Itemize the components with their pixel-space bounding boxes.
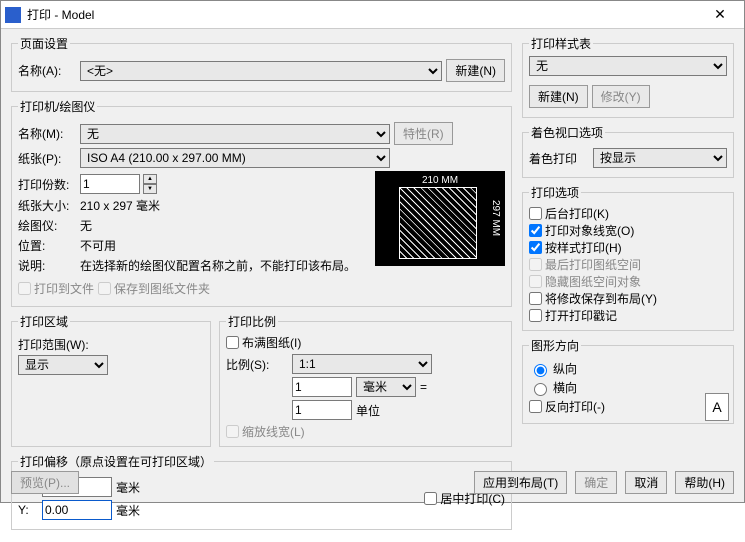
plot-area-legend: 打印区域 [18, 313, 70, 330]
title-bar: 打印 - Model ✕ [1, 1, 744, 29]
printer-name-select[interactable]: 无 [80, 124, 390, 144]
copies-input[interactable] [80, 174, 140, 194]
ok-button[interactable]: 确定 [575, 471, 617, 494]
preview-button[interactable]: 预览(P)... [11, 471, 79, 494]
printer-name-label: 名称(M): [18, 125, 76, 142]
opt-paperspace-last[interactable]: 最后打印图纸空间 [529, 256, 727, 273]
help-button[interactable]: 帮助(H) [675, 471, 734, 494]
printer-props-button[interactable]: 特性(R) [394, 122, 453, 145]
papersize-value: 210 x 297 毫米 [80, 197, 160, 214]
plot-scale-group: 打印比例 布满图纸(I) 比例(S): 1:1 毫米 = [219, 313, 512, 447]
plot-options-group: 打印选项 后台打印(K) 打印对象线宽(O) 按样式打印(H) 最后打印图纸空间… [522, 184, 734, 331]
portrait-radio[interactable]: 纵向 [529, 360, 727, 377]
preview-width-label: 210 MM [375, 175, 505, 186]
pagesetup-name-label: 名称(A): [18, 62, 76, 79]
apply-button[interactable]: 应用到布局(T) [474, 471, 567, 494]
plot-offset-legend: 打印偏移（原点设置在可打印区域） [18, 453, 214, 470]
preview-sheet [399, 187, 477, 259]
opt-plotstyles[interactable]: 按样式打印(H) [529, 239, 727, 256]
paper-preview: 210 MM 297 MM [375, 171, 505, 266]
location-label: 位置: [18, 237, 76, 254]
range-label: 打印范围(W): [18, 336, 204, 353]
dialog-footer: 预览(P)... 应用到布局(T) 确定 取消 帮助(H) [11, 471, 734, 494]
close-button[interactable]: ✕ [700, 1, 740, 28]
print-to-file-check[interactable]: 打印到文件 [18, 280, 94, 297]
plot-style-group: 打印样式表 无 新建(N) 修改(Y) [522, 35, 734, 118]
plot-style-select[interactable]: 无 [529, 56, 727, 76]
ratio-label: 比例(S): [226, 356, 288, 373]
scale-num1-input[interactable] [292, 377, 352, 397]
page-setup-group: 页面设置 名称(A): <无> 新建(N) [11, 35, 512, 92]
shade-select[interactable]: 按显示 [593, 148, 727, 168]
paper-select[interactable]: ISO A4 (210.00 x 297.00 MM) [80, 148, 390, 168]
opt-lineweights[interactable]: 打印对象线宽(O) [529, 222, 727, 239]
pagesetup-name-select[interactable]: <无> [80, 61, 442, 81]
orientation-legend: 图形方向 [529, 337, 581, 354]
shade-group: 着色视口选项 着色打印 按显示 [522, 124, 734, 178]
plot-scale-legend: 打印比例 [226, 313, 278, 330]
printer-legend: 打印机/绘图仪 [18, 98, 97, 115]
papersize-label: 纸张大小: [18, 197, 76, 214]
reverse-check[interactable]: 反向打印(-) [529, 398, 727, 415]
style-new-button[interactable]: 新建(N) [529, 85, 588, 108]
landscape-radio[interactable]: 横向 [529, 379, 727, 396]
y-input[interactable] [42, 500, 112, 520]
page-setup-legend: 页面设置 [18, 35, 70, 52]
plotter-value: 无 [80, 217, 92, 234]
location-value: 不可用 [80, 237, 116, 254]
pagesetup-new-button[interactable]: 新建(N) [446, 59, 505, 82]
shade-legend: 着色视口选项 [529, 124, 605, 141]
app-icon [5, 7, 21, 23]
copies-spinner[interactable]: ▲▼ [143, 174, 157, 194]
desc-label: 说明: [18, 257, 76, 274]
plotter-label: 绘图仪: [18, 217, 76, 234]
y-label: Y: [18, 503, 38, 517]
shade-label: 着色打印 [529, 150, 589, 167]
printer-group: 打印机/绘图仪 名称(M): 无 特性(R) 纸张(P): ISO A4 (21… [11, 98, 512, 307]
scale-num2-input[interactable] [292, 400, 352, 420]
copies-label: 打印份数: [18, 176, 76, 193]
y-unit: 毫米 [116, 502, 140, 519]
ratio-select[interactable]: 1:1 [292, 354, 432, 374]
plot-options-legend: 打印选项 [529, 184, 581, 201]
opt-plot-stamp[interactable]: 打开打印戳记 [529, 307, 727, 324]
plot-area-group: 打印区域 打印范围(W): 显示 [11, 313, 211, 447]
cancel-button[interactable]: 取消 [625, 471, 667, 494]
save-to-drawing-check[interactable]: 保存到图纸文件夹 [98, 280, 210, 297]
opt-background[interactable]: 后台打印(K) [529, 205, 727, 222]
print-dialog: 打印 - Model ✕ 页面设置 名称(A): <无> 新建(N) 打印机/绘… [0, 0, 745, 503]
spin-up[interactable]: ▲ [143, 174, 157, 184]
plot-style-legend: 打印样式表 [529, 35, 593, 52]
scale-lw-check[interactable]: 缩放线宽(L) [226, 423, 505, 440]
preview-height-label: 297 MM [490, 171, 501, 266]
scale-unit1-select[interactable]: 毫米 [356, 377, 416, 397]
orientation-icon: A [705, 393, 729, 421]
opt-hide-paperspace[interactable]: 隐藏图纸空间对象 [529, 273, 727, 290]
eq-label: = [420, 380, 427, 394]
style-modify-button[interactable]: 修改(Y) [592, 85, 650, 108]
window-title: 打印 - Model [27, 6, 700, 23]
spin-down[interactable]: ▼ [143, 184, 157, 194]
fit-to-paper-check[interactable]: 布满图纸(I) [226, 334, 505, 351]
range-select[interactable]: 显示 [18, 355, 108, 375]
desc-value: 在选择新的绘图仪配置名称之前，不能打印该布局。 [80, 257, 356, 274]
paper-label: 纸张(P): [18, 150, 76, 167]
orientation-group: 图形方向 纵向 横向 反向打印(-) A [522, 337, 734, 424]
opt-save-layout[interactable]: 将修改保存到布局(Y) [529, 290, 727, 307]
scale-unit2-label: 单位 [356, 402, 380, 419]
